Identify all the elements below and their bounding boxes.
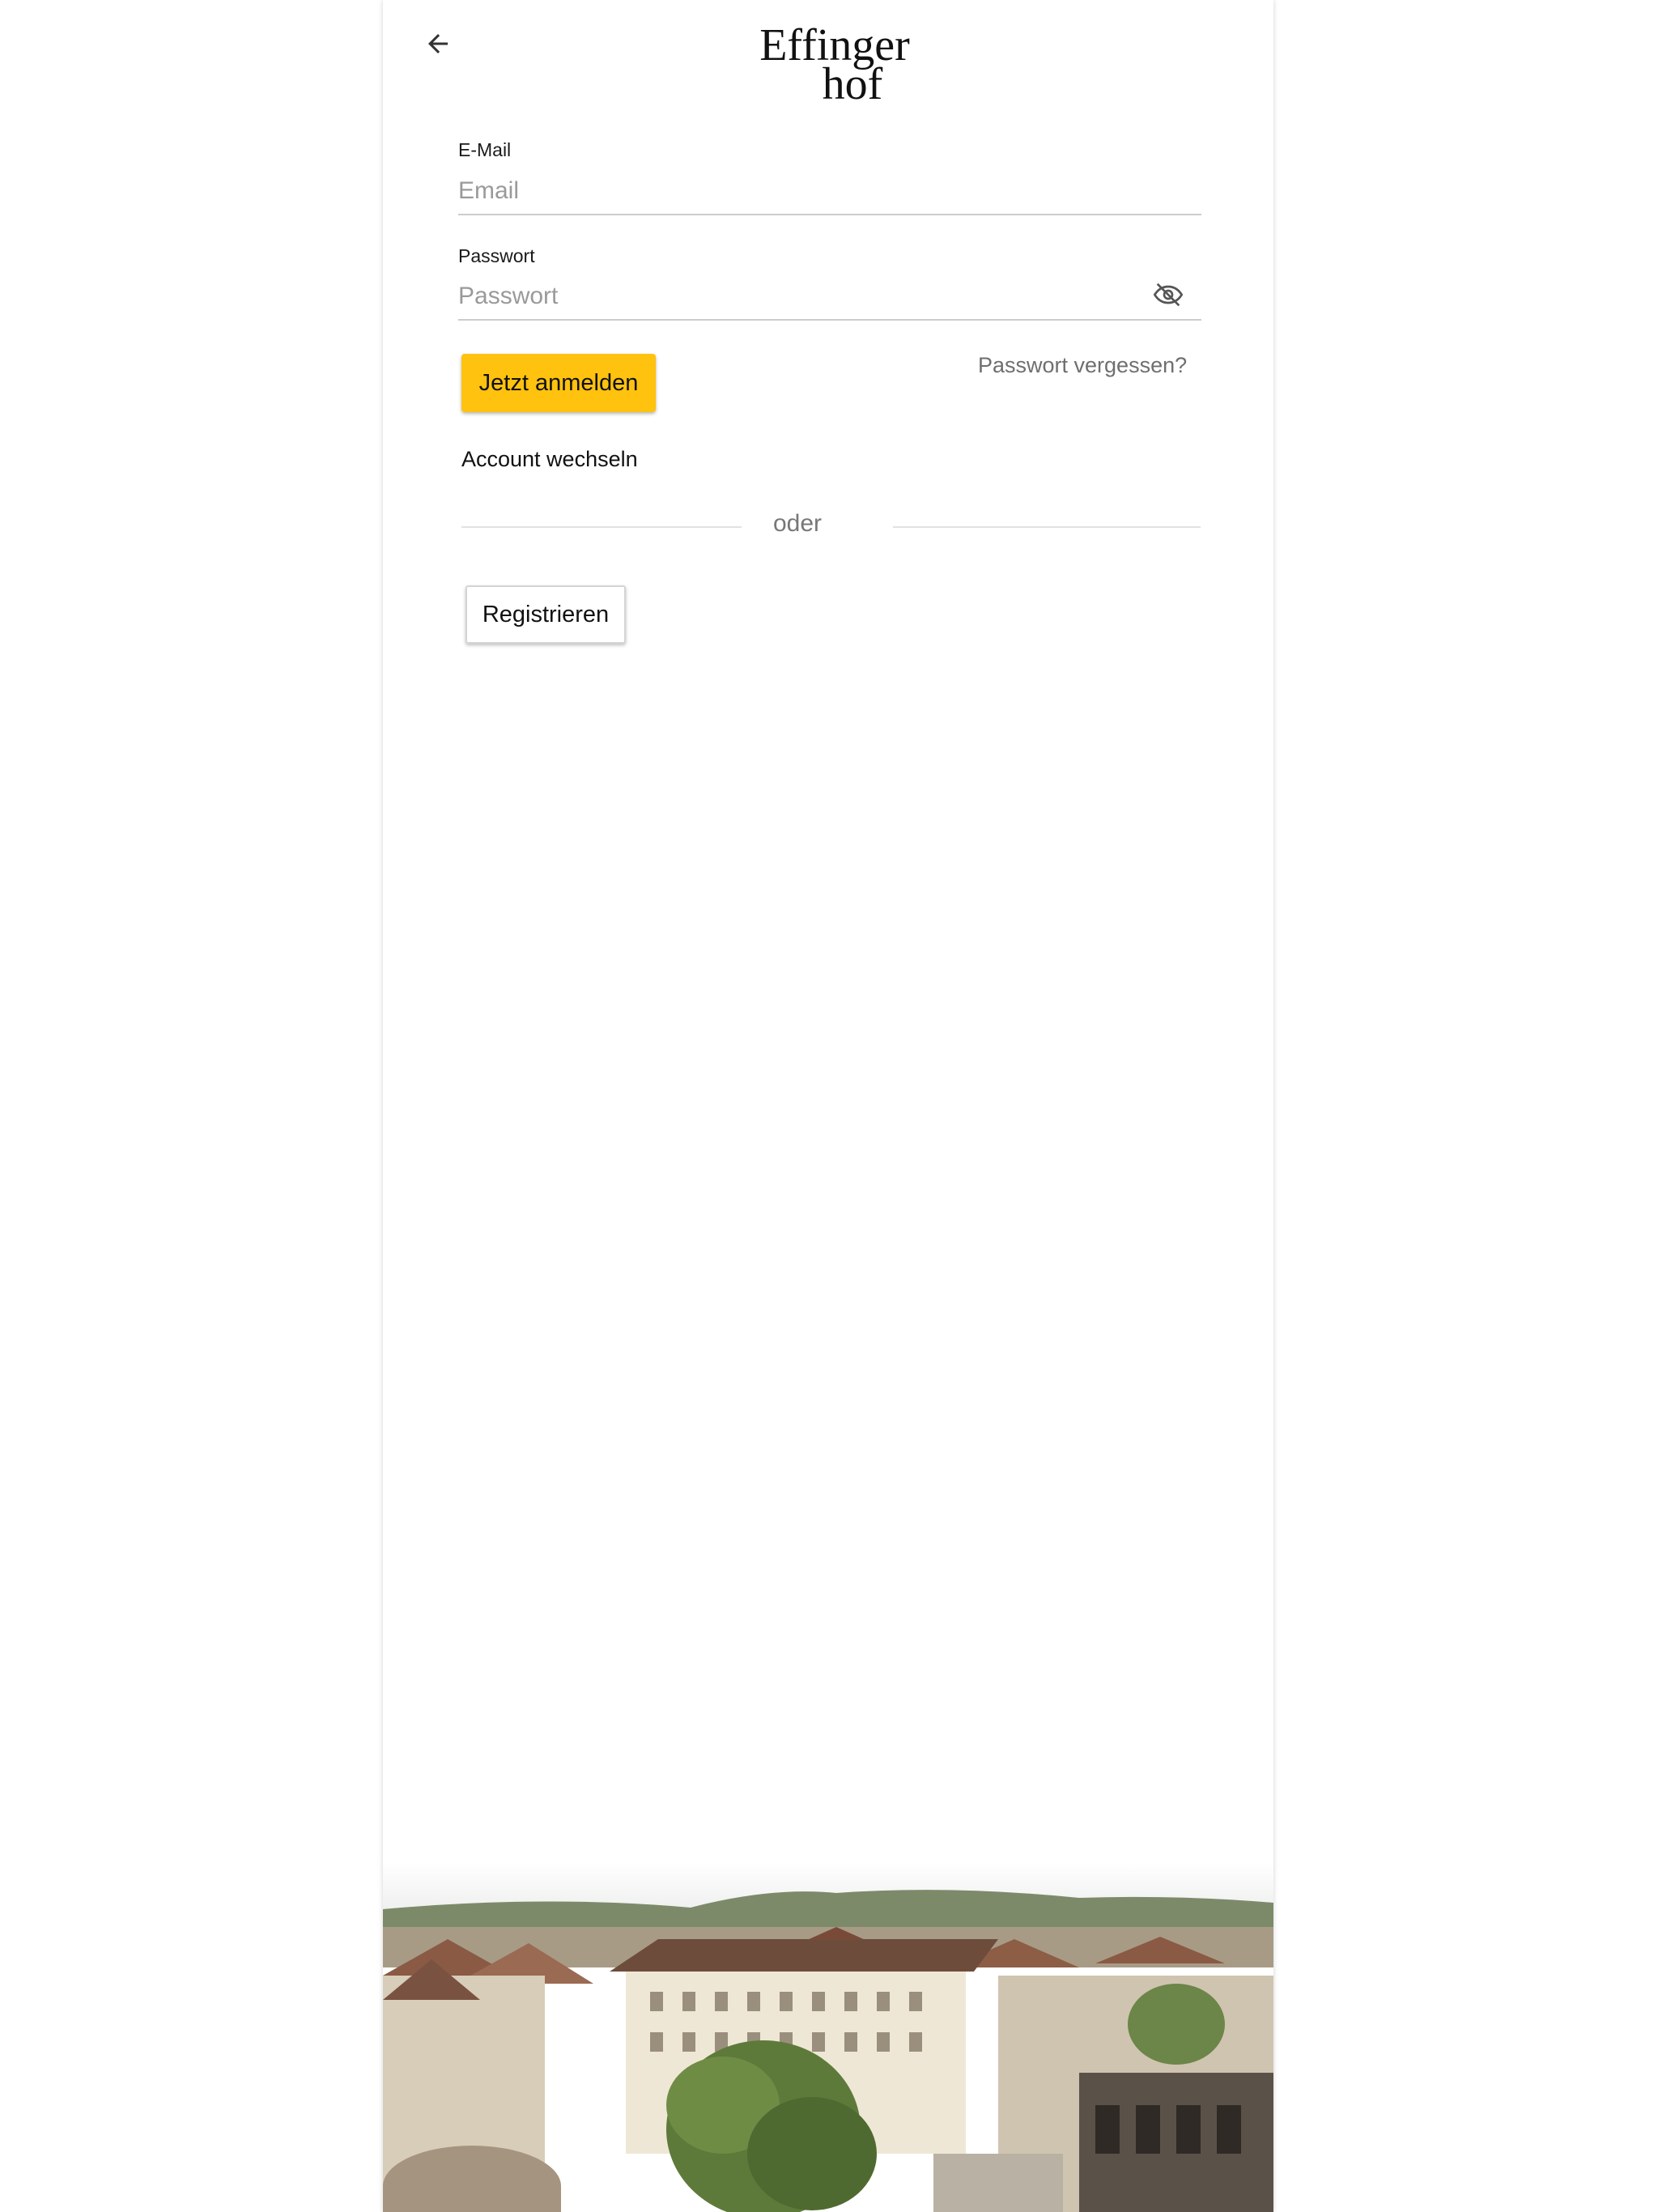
register-button[interactable]: Registrieren <box>466 585 626 644</box>
logo-line-2: hof <box>823 59 883 107</box>
login-panel: Effinger hof E-Mail Passwort Jetzt anmel… <box>383 0 1273 2212</box>
email-label: E-Mail <box>458 139 512 160</box>
town-rooftops-photo <box>383 1862 1273 2212</box>
eye-off-icon <box>1153 283 1184 307</box>
email-input[interactable] <box>458 168 1201 215</box>
effingerhof-logo: Effinger hof <box>759 20 910 107</box>
divider-or-label: oder <box>772 510 823 537</box>
divider-line-right <box>893 526 1201 528</box>
page: Effinger hof E-Mail Passwort Jetzt anmel… <box>0 0 1658 2212</box>
password-input[interactable] <box>458 274 1201 321</box>
divider-line-left <box>461 526 742 528</box>
login-button[interactable]: Jetzt anmelden <box>461 354 656 412</box>
arrow-left-icon <box>428 34 448 53</box>
password-label: Passwort <box>458 245 535 266</box>
switch-account-link[interactable]: Account wechseln <box>461 447 638 472</box>
back-button[interactable] <box>415 23 461 65</box>
toggle-password-visibility-button[interactable] <box>1149 275 1188 314</box>
forgot-password-link[interactable]: Passwort vergessen? <box>978 353 1187 378</box>
